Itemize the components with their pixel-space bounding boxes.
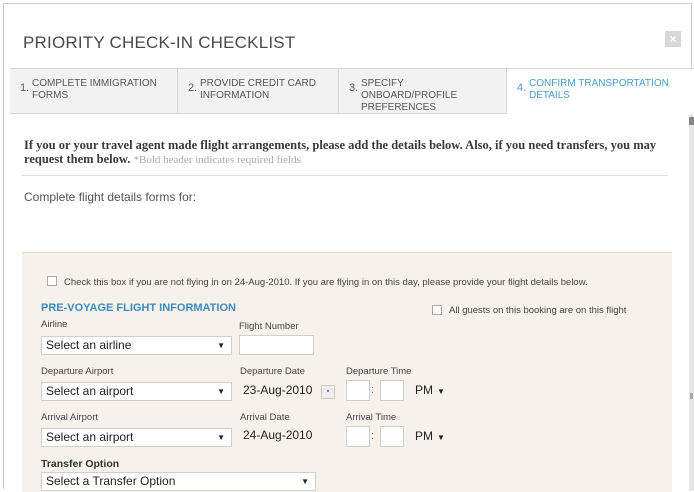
transfer-option-value: Select a Transfer Option [46,474,176,488]
intro-text: If you or your travel agent made flight … [24,138,674,167]
chevron-down-icon: ▼ [437,433,445,442]
scrollbar-grip[interactable] [690,393,693,399]
tab-label: PROVIDE CREDIT CARD INFORMATION [200,78,316,101]
airline-value: Select an airline [46,338,132,352]
departure-airport-select[interactable]: Select an airport ▼ [41,382,232,401]
arrival-time-label: Arrival Time [346,412,397,423]
section-title: PRE-VOYAGE FLIGHT INFORMATION [41,302,236,314]
departure-date-label: Departure Date [240,366,305,377]
divider [22,175,668,176]
departure-date-value[interactable]: 23-Aug-2010 [243,383,312,397]
tab-transportation[interactable]: 4. CONFIRM TRANSPORTATION DETAILS [507,69,694,114]
arrival-airport-label: Arrival Airport [41,412,99,423]
arrival-ampm-select[interactable]: PM ▼ [415,429,445,443]
transfer-option-select[interactable]: Select a Transfer Option ▼ [41,472,316,491]
tab-number: 2. [188,82,198,94]
arrival-airport-select[interactable]: Select an airport ▼ [41,428,232,447]
flight-number-label: Flight Number [239,321,299,332]
tab-label: COMPLETE IMMIGRATION FORMS [32,78,157,101]
departure-airport-value: Select an airport [46,384,134,398]
chevron-down-icon: ▼ [217,387,225,396]
tab-immigration[interactable]: 1. COMPLETE IMMIGRATION FORMS [10,69,178,113]
intro-body: If you or your travel agent made flight … [24,138,657,166]
tab-number: 4. [517,82,527,94]
not-flying-checkbox[interactable] [47,276,57,286]
required-note: *Bold header indicates required fields [133,154,301,166]
not-flying-label: Check this box if you are not flying in … [64,277,588,288]
arrival-date-label: Arrival Date [240,412,290,423]
scrollbar-up-arrow[interactable] [689,117,694,125]
close-icon[interactable]: × [665,31,681,47]
tab-bar: 1. COMPLETE IMMIGRATION FORMS 2. PROVIDE… [10,68,694,114]
calendar-icon[interactable]: ▪ [321,385,335,399]
departure-ampm-select[interactable]: PM ▼ [415,383,445,397]
tab-label: SPECIFY ONBOARD/PROFILE PREFERENCES [361,78,458,113]
all-guests-label: All guests on this booking are on this f… [449,305,627,316]
departure-hour-input[interactable] [346,380,370,401]
airline-label: Airline [41,319,68,330]
chevron-down-icon: ▼ [301,477,309,486]
scrollbar[interactable] [689,115,694,491]
arrival-minute-input[interactable] [380,426,404,447]
departure-minute-input[interactable] [380,380,404,401]
arrival-hour-input[interactable] [346,426,370,447]
departure-ampm-value: PM [415,383,433,397]
departure-time-label: Departure Time [346,366,412,377]
airline-select[interactable]: Select an airline ▼ [41,336,232,355]
complete-forms-label: Complete flight details forms for: [24,190,197,204]
tab-number: 3. [349,82,359,94]
tab-credit-card[interactable]: 2. PROVIDE CREDIT CARD INFORMATION [178,69,339,113]
arrival-ampm-value: PM [415,429,433,443]
dialog-title: PRIORITY CHECK-IN CHECKLIST [23,33,296,52]
chevron-down-icon: ▼ [217,433,225,442]
all-guests-checkbox[interactable] [432,305,442,315]
chevron-down-icon: ▼ [217,341,225,350]
tab-number: 1. [20,82,30,94]
tab-preferences[interactable]: 3. SPECIFY ONBOARD/PROFILE PREFERENCES [339,69,507,113]
time-separator: : [371,430,375,442]
arrival-date-value: 24-Aug-2010 [243,428,313,442]
transfer-option-label: Transfer Option [41,458,120,470]
tab-label: CONFIRM TRANSPORTATION DETAILS [529,78,669,101]
arrival-airport-value: Select an airport [46,430,134,444]
departure-airport-label: Departure Airport [41,366,114,377]
chevron-down-icon: ▼ [437,387,445,396]
time-separator: : [371,384,375,396]
flight-number-input[interactable] [239,335,314,355]
